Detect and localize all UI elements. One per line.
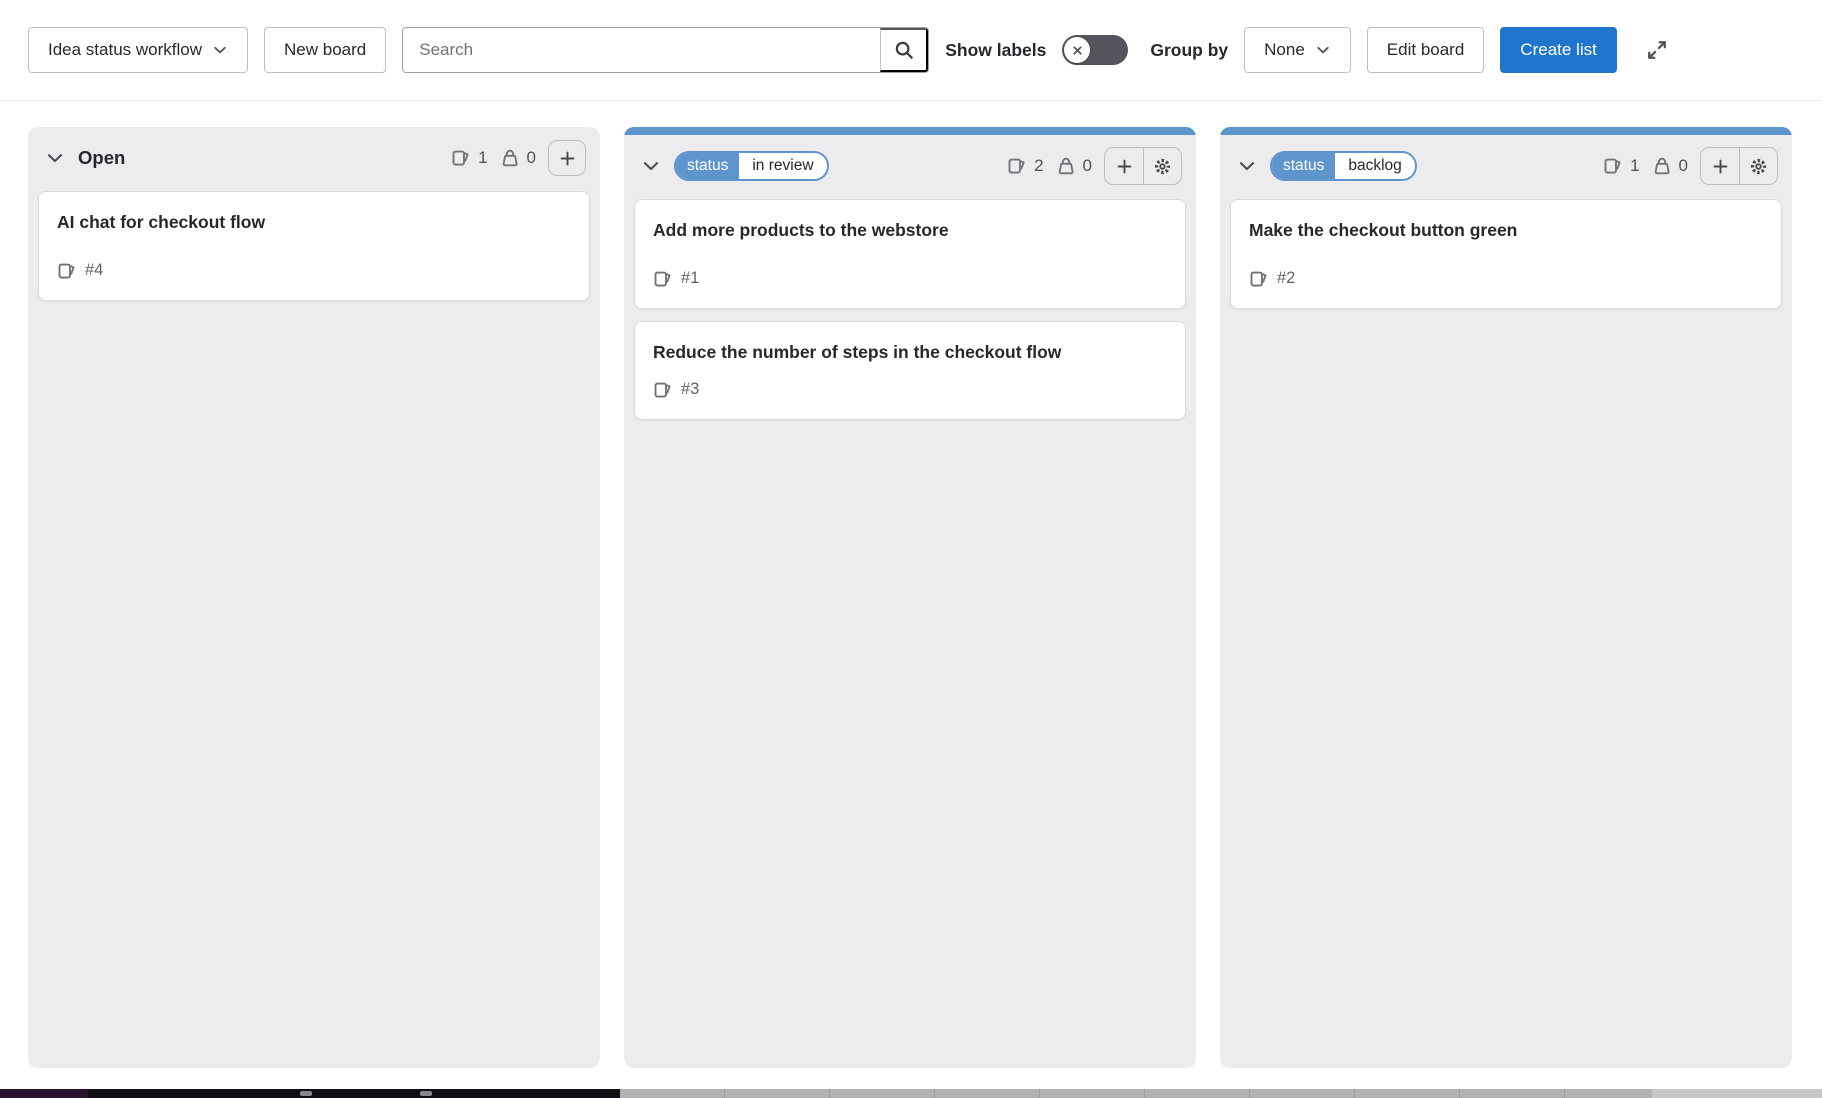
- collapse-column-button[interactable]: [44, 147, 66, 169]
- chevron-down-icon: [1237, 156, 1257, 176]
- issue-count: 2: [1007, 156, 1043, 176]
- search-icon: [893, 39, 915, 61]
- show-labels-label: Show labels: [945, 40, 1046, 61]
- create-list-button[interactable]: Create list: [1500, 27, 1617, 73]
- background-taskbar-segment: [1652, 1089, 1822, 1098]
- issue-board-app: Idea status workflow New board Show labe…: [0, 0, 1822, 1089]
- issue-title[interactable]: Reduce the number of steps in the checko…: [653, 341, 1167, 364]
- chevron-down-icon: [212, 42, 228, 58]
- weight-count: 0: [500, 148, 536, 168]
- column-actions: [1104, 147, 1182, 185]
- issue-icon: [1249, 269, 1269, 289]
- weight-count: 0: [1056, 156, 1092, 176]
- weight-icon: [1056, 156, 1076, 176]
- issue-card[interactable]: Reduce the number of steps in the checko…: [634, 321, 1186, 420]
- issue-meta: #3: [653, 380, 1167, 400]
- list-settings-button[interactable]: [1739, 148, 1777, 184]
- add-issue-button[interactable]: [548, 140, 586, 176]
- search-button[interactable]: [880, 28, 928, 72]
- weight-icon: [1652, 156, 1672, 176]
- board-switcher-dropdown[interactable]: Idea status workflow: [28, 27, 248, 73]
- plus-icon: [558, 149, 577, 168]
- chevron-down-icon: [45, 148, 65, 168]
- column-cards: Add more products to the webstore #1 Red…: [624, 197, 1196, 1068]
- issue-title[interactable]: Make the checkout button green: [1249, 219, 1763, 242]
- board-column-in-review: status in review 2 0: [624, 127, 1196, 1068]
- issue-ref: #2: [1277, 269, 1295, 288]
- issue-icon: [653, 380, 673, 400]
- edit-board-button[interactable]: Edit board: [1367, 27, 1485, 73]
- expand-icon: [1645, 38, 1669, 62]
- label-value: in review: [739, 153, 826, 179]
- column-cards: AI chat for checkout flow #4: [28, 189, 600, 1068]
- collapse-column-button[interactable]: [640, 155, 662, 177]
- show-labels-toggle[interactable]: [1062, 35, 1128, 65]
- new-board-button[interactable]: New board: [264, 27, 386, 73]
- scoped-label: status backlog: [1270, 151, 1417, 181]
- gear-icon: [1153, 157, 1172, 176]
- background-taskbar-accent: [0, 1089, 88, 1098]
- background-window-edge: [0, 1089, 1822, 1098]
- toggle-x-icon: [1070, 43, 1085, 58]
- background-taskbar-light: [620, 1089, 1822, 1098]
- board-toolbar: Idea status workflow New board Show labe…: [0, 0, 1822, 101]
- fullscreen-button[interactable]: [1635, 28, 1679, 72]
- weight-count: 0: [1652, 156, 1688, 176]
- board-column-open: Open 1 0 AI chat for checkout flow: [28, 127, 600, 1068]
- issue-icon: [1603, 156, 1623, 176]
- column-header: status in review 2 0: [624, 135, 1196, 197]
- issue-card[interactable]: AI chat for checkout flow #4: [38, 191, 590, 301]
- issue-card[interactable]: Make the checkout button green #2: [1230, 199, 1782, 309]
- add-issue-button[interactable]: [1105, 148, 1143, 184]
- issue-ref: #3: [681, 380, 699, 399]
- chevron-down-icon: [1315, 42, 1331, 58]
- column-accent-bar: [624, 127, 1196, 135]
- issue-meta: #2: [1249, 269, 1763, 289]
- issue-icon: [451, 148, 471, 168]
- search-input[interactable]: [403, 28, 880, 72]
- group-by-dropdown[interactable]: None: [1244, 27, 1351, 73]
- background-taskbar-dark: [0, 1089, 620, 1098]
- column-header: Open 1 0: [28, 127, 600, 189]
- issue-title[interactable]: Add more products to the webstore: [653, 219, 1167, 242]
- issue-count: 1: [451, 148, 487, 168]
- scoped-label: status in review: [674, 151, 829, 181]
- column-accent-bar: [1220, 127, 1792, 135]
- group-by-value: None: [1264, 40, 1305, 60]
- issue-ref: #4: [85, 261, 103, 280]
- chevron-down-icon: [641, 156, 661, 176]
- column-title: Open: [78, 147, 125, 169]
- board-lists: Open 1 0 AI chat for checkout flow: [0, 101, 1822, 1089]
- weight-icon: [500, 148, 520, 168]
- plus-icon: [1711, 157, 1730, 176]
- gear-icon: [1749, 157, 1768, 176]
- issue-card[interactable]: Add more products to the webstore #1: [634, 199, 1186, 309]
- toggle-knob: [1064, 37, 1090, 63]
- group-by-label: Group by: [1150, 40, 1228, 61]
- add-issue-button[interactable]: [1701, 148, 1739, 184]
- issue-meta: #1: [653, 269, 1167, 289]
- issue-icon: [57, 261, 77, 281]
- label-scope: status: [1272, 153, 1335, 179]
- issue-icon: [1007, 156, 1027, 176]
- list-settings-button[interactable]: [1143, 148, 1181, 184]
- background-taskbar-mark: [420, 1091, 432, 1096]
- label-value: backlog: [1335, 153, 1414, 179]
- board-search: [402, 27, 929, 73]
- issue-count: 1: [1603, 156, 1639, 176]
- label-scope: status: [676, 153, 739, 179]
- issue-ref: #1: [681, 269, 699, 288]
- board-switcher-label: Idea status workflow: [48, 40, 202, 60]
- issue-meta: #4: [57, 261, 571, 281]
- column-actions: [1700, 147, 1778, 185]
- board-column-backlog: status backlog 1 0: [1220, 127, 1792, 1068]
- issue-title[interactable]: AI chat for checkout flow: [57, 211, 571, 234]
- collapse-column-button[interactable]: [1236, 155, 1258, 177]
- background-taskbar-mark: [300, 1091, 312, 1096]
- issue-icon: [653, 269, 673, 289]
- plus-icon: [1115, 157, 1134, 176]
- column-header: status backlog 1 0: [1220, 135, 1792, 197]
- column-cards: Make the checkout button green #2: [1220, 197, 1792, 1068]
